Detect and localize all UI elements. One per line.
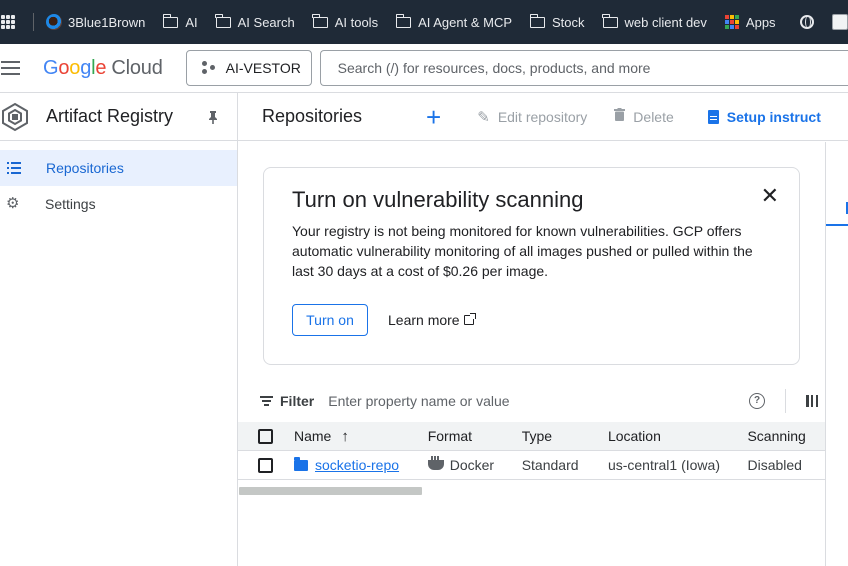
trash-icon bbox=[614, 108, 626, 125]
bookmark-3blue1brown[interactable]: 3Blue1Brown bbox=[46, 14, 145, 30]
project-icon bbox=[201, 61, 218, 75]
bookmark-ai-tools[interactable]: AI tools bbox=[312, 13, 378, 30]
filter-input[interactable] bbox=[328, 393, 629, 409]
project-name: AI-VESTOR bbox=[225, 60, 301, 76]
create-repository-button[interactable]: + bbox=[426, 104, 441, 130]
column-header-scanning[interactable]: Scanning bbox=[747, 428, 825, 444]
filter-icon bbox=[260, 396, 273, 406]
column-header-name[interactable]: Name ↑ bbox=[294, 428, 428, 445]
apps-grid-icon[interactable] bbox=[1, 15, 15, 29]
divider bbox=[785, 389, 786, 413]
repository-link[interactable]: socketio-repo bbox=[315, 457, 399, 473]
profile-avatar[interactable] bbox=[831, 14, 848, 30]
sidebar-item-repositories[interactable]: Repositories bbox=[0, 150, 237, 186]
column-header-type[interactable]: Type bbox=[522, 428, 608, 444]
bookmark-stock[interactable]: Stock bbox=[529, 13, 585, 30]
filter-label: Filter bbox=[280, 393, 315, 409]
location-cell: us-central1 (Iowa) bbox=[607, 457, 720, 473]
folder-icon bbox=[215, 13, 231, 28]
delete-button[interactable]: Delete bbox=[614, 108, 674, 125]
column-header-format[interactable]: Format bbox=[428, 428, 522, 444]
banner-description: Your registry is not being monitored for… bbox=[292, 223, 753, 279]
bookmark-ai[interactable]: AI bbox=[162, 13, 198, 30]
google-cloud-logo[interactable]: Go o g l e Cloud bbox=[43, 57, 163, 80]
column-display-options-icon[interactable] bbox=[806, 395, 818, 407]
pin-icon[interactable] bbox=[207, 110, 219, 124]
folder-icon bbox=[529, 13, 546, 28]
info-panel-tab-indicator bbox=[826, 224, 848, 226]
pencil-icon: ✎ bbox=[477, 108, 490, 126]
folder-icon bbox=[602, 13, 618, 28]
bookmarks-bar: 3Blue1Brown AI AI Search AI tools AI Age… bbox=[0, 0, 848, 44]
list-icon bbox=[7, 161, 21, 175]
turn-on-button[interactable]: Turn on bbox=[292, 304, 368, 336]
column-header-location[interactable]: Location bbox=[608, 428, 748, 444]
menu-icon[interactable] bbox=[1, 61, 20, 75]
folder-icon bbox=[312, 13, 328, 28]
product-title: Artifact Registry bbox=[46, 106, 174, 126]
scanning-cell: Disabled bbox=[747, 457, 802, 473]
folder-icon bbox=[395, 13, 412, 28]
project-picker-button[interactable]: AI-VESTOR bbox=[185, 50, 312, 86]
vulnerability-scanning-banner: Turn on vulnerability scanning ✕ Your re… bbox=[263, 167, 800, 365]
channel-icon bbox=[46, 14, 62, 30]
bookmark-web-client-dev[interactable]: web client dev bbox=[602, 13, 707, 30]
external-link-icon bbox=[463, 313, 476, 325]
apps-icon bbox=[724, 15, 739, 29]
type-cell: Standard bbox=[521, 457, 579, 473]
close-icon[interactable]: ✕ bbox=[761, 185, 779, 207]
table-row: socketio-repo Docker Standard us-central… bbox=[238, 451, 825, 480]
console-header: Go o g l e Cloud AI-VESTOR bbox=[0, 44, 848, 93]
sidebar-item-settings[interactable]: ⚙ Settings bbox=[0, 186, 237, 222]
bookmark-apps[interactable]: Apps bbox=[724, 15, 776, 30]
gear-icon: ⚙ bbox=[6, 195, 20, 212]
bookmark-ai-agent-mcp[interactable]: AI Agent & MCP bbox=[395, 13, 512, 30]
left-navigation: Artifact Registry Repositories ⚙ Setting… bbox=[0, 93, 238, 566]
select-all-checkbox[interactable] bbox=[258, 428, 273, 444]
artifact-registry-icon bbox=[0, 102, 30, 132]
globe-icon[interactable] bbox=[799, 15, 814, 29]
action-bar: Repositories + ✎ Edit repository Delete … bbox=[238, 93, 848, 141]
edit-repository-button[interactable]: ✎ Edit repository bbox=[477, 108, 587, 126]
sidebar-item-label: Settings bbox=[45, 196, 96, 212]
row-checkbox[interactable] bbox=[258, 457, 273, 473]
search-box[interactable] bbox=[319, 50, 848, 86]
learn-more-link[interactable]: Learn more bbox=[388, 312, 476, 328]
page-title: Repositories bbox=[262, 106, 363, 126]
bookmarks-separator bbox=[33, 13, 34, 31]
sort-ascending-icon[interactable]: ↑ bbox=[341, 428, 349, 445]
product-header: Artifact Registry bbox=[0, 93, 237, 141]
document-icon bbox=[707, 109, 719, 124]
docker-icon bbox=[427, 456, 444, 470]
main-content: Repositories + ✎ Edit repository Delete … bbox=[238, 93, 848, 566]
help-icon[interactable]: ? bbox=[749, 393, 765, 409]
format-cell: Docker bbox=[427, 456, 522, 473]
horizontal-scrollbar[interactable] bbox=[239, 487, 422, 495]
table-header: Name ↑ Format Type Location Scanning bbox=[238, 422, 825, 451]
search-input[interactable] bbox=[337, 60, 848, 76]
folder-icon bbox=[162, 13, 179, 28]
repository-name-cell: socketio-repo bbox=[294, 456, 428, 473]
bookmark-ai-search[interactable]: AI Search bbox=[215, 13, 295, 30]
banner-title: Turn on vulnerability scanning bbox=[292, 187, 584, 212]
setup-instructions-button[interactable]: Setup instruct bbox=[707, 109, 821, 125]
filter-bar: Filter ? bbox=[238, 382, 825, 420]
folder-icon bbox=[294, 456, 308, 471]
info-panel-edge[interactable] bbox=[825, 142, 848, 566]
repositories-table: Name ↑ Format Type Location Scanning soc… bbox=[238, 422, 825, 480]
sidebar-item-label: Repositories bbox=[46, 160, 124, 176]
